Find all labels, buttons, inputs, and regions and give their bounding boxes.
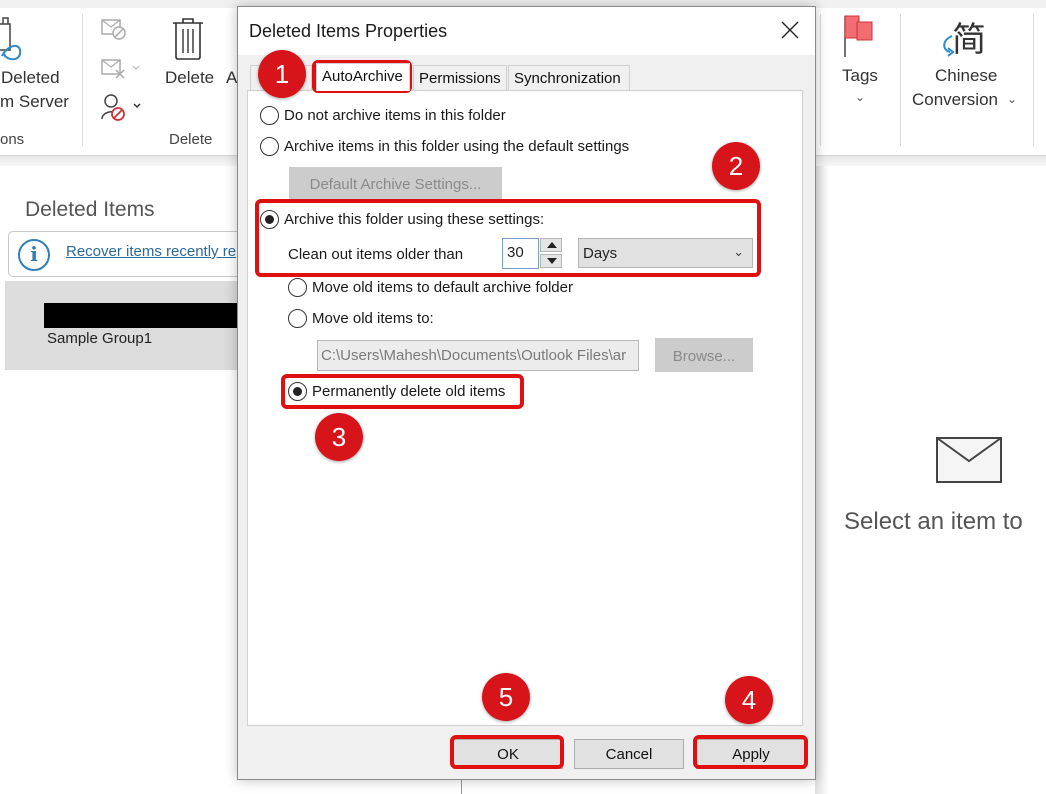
clean-up-icon[interactable]	[101, 57, 145, 86]
tab-synchronization[interactable]: Synchronization	[508, 65, 630, 91]
tab-permissions[interactable]: Permissions	[413, 65, 507, 91]
spin-up-button[interactable]	[540, 238, 562, 252]
radio-archive-default[interactable]: Archive items in this folder using the d…	[260, 137, 629, 156]
close-icon[interactable]	[777, 17, 803, 43]
tab-autoarchive[interactable]: AutoArchive	[316, 63, 410, 91]
step-badge-5: 5	[482, 673, 530, 721]
recover-deleted-label-1[interactable]: Deleted	[1, 68, 60, 88]
chinese-conversion-label-1[interactable]: Chinese	[935, 66, 997, 86]
default-archive-settings-button[interactable]: Default Archive Settings...	[289, 167, 502, 200]
tab-synchronization-label: Synchronization	[514, 70, 621, 87]
recover-items-link[interactable]: Recover items recently re	[66, 243, 236, 260]
ignore-icon[interactable]	[101, 18, 127, 47]
radio-button[interactable]	[260, 137, 279, 156]
age-unit-select[interactable]: Days ⌄	[578, 238, 753, 268]
apply-button[interactable]: Apply	[696, 739, 806, 769]
radio-button[interactable]	[260, 106, 279, 125]
clean-out-age-input[interactable]: 30	[502, 238, 539, 269]
spin-down-button[interactable]	[540, 254, 562, 268]
chinese-conversion-icon[interactable]: 简	[940, 12, 990, 60]
chinese-conversion-chevron-icon[interactable]: ⌄	[1007, 92, 1017, 106]
ribbon-separator	[900, 14, 901, 146]
reading-pane-divider[interactable]	[815, 166, 829, 794]
radio-button[interactable]	[288, 309, 307, 328]
radio-archive-custom[interactable]: Archive this folder using these settings…	[260, 210, 544, 229]
block-sender-icon[interactable]	[101, 93, 147, 126]
radio-label: Move old items to default archive folder	[312, 279, 573, 296]
radio-label: Archive this folder using these settings…	[284, 211, 545, 228]
tab-autoarchive-label: AutoArchive	[322, 68, 403, 85]
radio-do-not-archive[interactable]: Do not archive items in this folder	[260, 106, 506, 125]
arrow-down-icon	[547, 258, 557, 264]
recover-deleted-label-2[interactable]: m Server	[0, 92, 69, 112]
group-label-delete: Delete	[169, 131, 213, 148]
step-badge-1: 1	[258, 50, 306, 98]
radio-permanently-delete[interactable]: Permanently delete old items	[288, 382, 505, 401]
reading-pane-message: Select an item to	[844, 508, 1023, 535]
info-icon: i	[18, 239, 50, 271]
browse-button[interactable]: Browse...	[655, 338, 753, 372]
radio-button[interactable]	[288, 382, 307, 401]
dialog-titlebar[interactable]: Deleted Items Properties	[238, 7, 815, 55]
envelope-icon	[936, 437, 1002, 488]
radio-move-default[interactable]: Move old items to default archive folder	[288, 278, 573, 297]
clean-out-label: Clean out items older than	[288, 246, 464, 263]
radio-button[interactable]	[288, 278, 307, 297]
step-badge-4: 4	[725, 676, 773, 724]
ribbon-separator	[1033, 14, 1034, 146]
radio-label: Move old items to:	[312, 310, 434, 327]
chinese-conversion-label-2[interactable]: Conversion	[912, 90, 998, 110]
tags-button-label[interactable]: Tags	[842, 66, 878, 86]
tab-permissions-label: Permissions	[419, 70, 501, 87]
arrow-up-icon	[547, 242, 557, 248]
ribbon-separator	[820, 14, 821, 146]
flag-icon[interactable]	[843, 14, 877, 63]
archive-path-input[interactable]: C:\Users\Mahesh\Documents\Outlook Files\…	[317, 340, 639, 371]
ribbon-separator	[82, 14, 83, 146]
chevron-down-icon: ⌄	[733, 244, 744, 259]
pane-divider	[461, 780, 462, 794]
trash-icon[interactable]	[171, 17, 205, 66]
radio-label: Permanently delete old items	[312, 383, 506, 400]
age-unit-value: Days	[583, 245, 618, 262]
redacted-sender	[44, 303, 244, 328]
radio-label: Archive items in this folder using the d…	[284, 138, 630, 155]
radio-move-to[interactable]: Move old items to:	[288, 309, 434, 328]
group-label-actions: ons	[0, 131, 25, 148]
properties-dialog: Deleted Items Properties General AutoArc…	[237, 6, 816, 780]
recover-deleted-icon[interactable]	[0, 14, 24, 64]
message-list-item[interactable]: Sample Group1	[5, 281, 244, 370]
radio-button[interactable]	[260, 210, 279, 229]
tags-dropdown-chevron-icon[interactable]: ⌄	[855, 90, 865, 104]
step-badge-2: 2	[712, 142, 760, 190]
step-badge-3: 3	[315, 413, 363, 461]
cancel-button[interactable]: Cancel	[574, 739, 684, 769]
folder-title: Deleted Items	[25, 198, 155, 221]
ok-button[interactable]: OK	[453, 739, 563, 769]
item-subject: Sample Group1	[47, 330, 153, 347]
dialog-title: Deleted Items Properties	[249, 21, 448, 41]
archive-button-label[interactable]: A	[226, 68, 237, 88]
recover-items-infobar: i Recover items recently re	[8, 231, 248, 277]
radio-label: Do not archive items in this folder	[284, 107, 506, 124]
delete-button-label[interactable]: Delete	[165, 68, 214, 88]
